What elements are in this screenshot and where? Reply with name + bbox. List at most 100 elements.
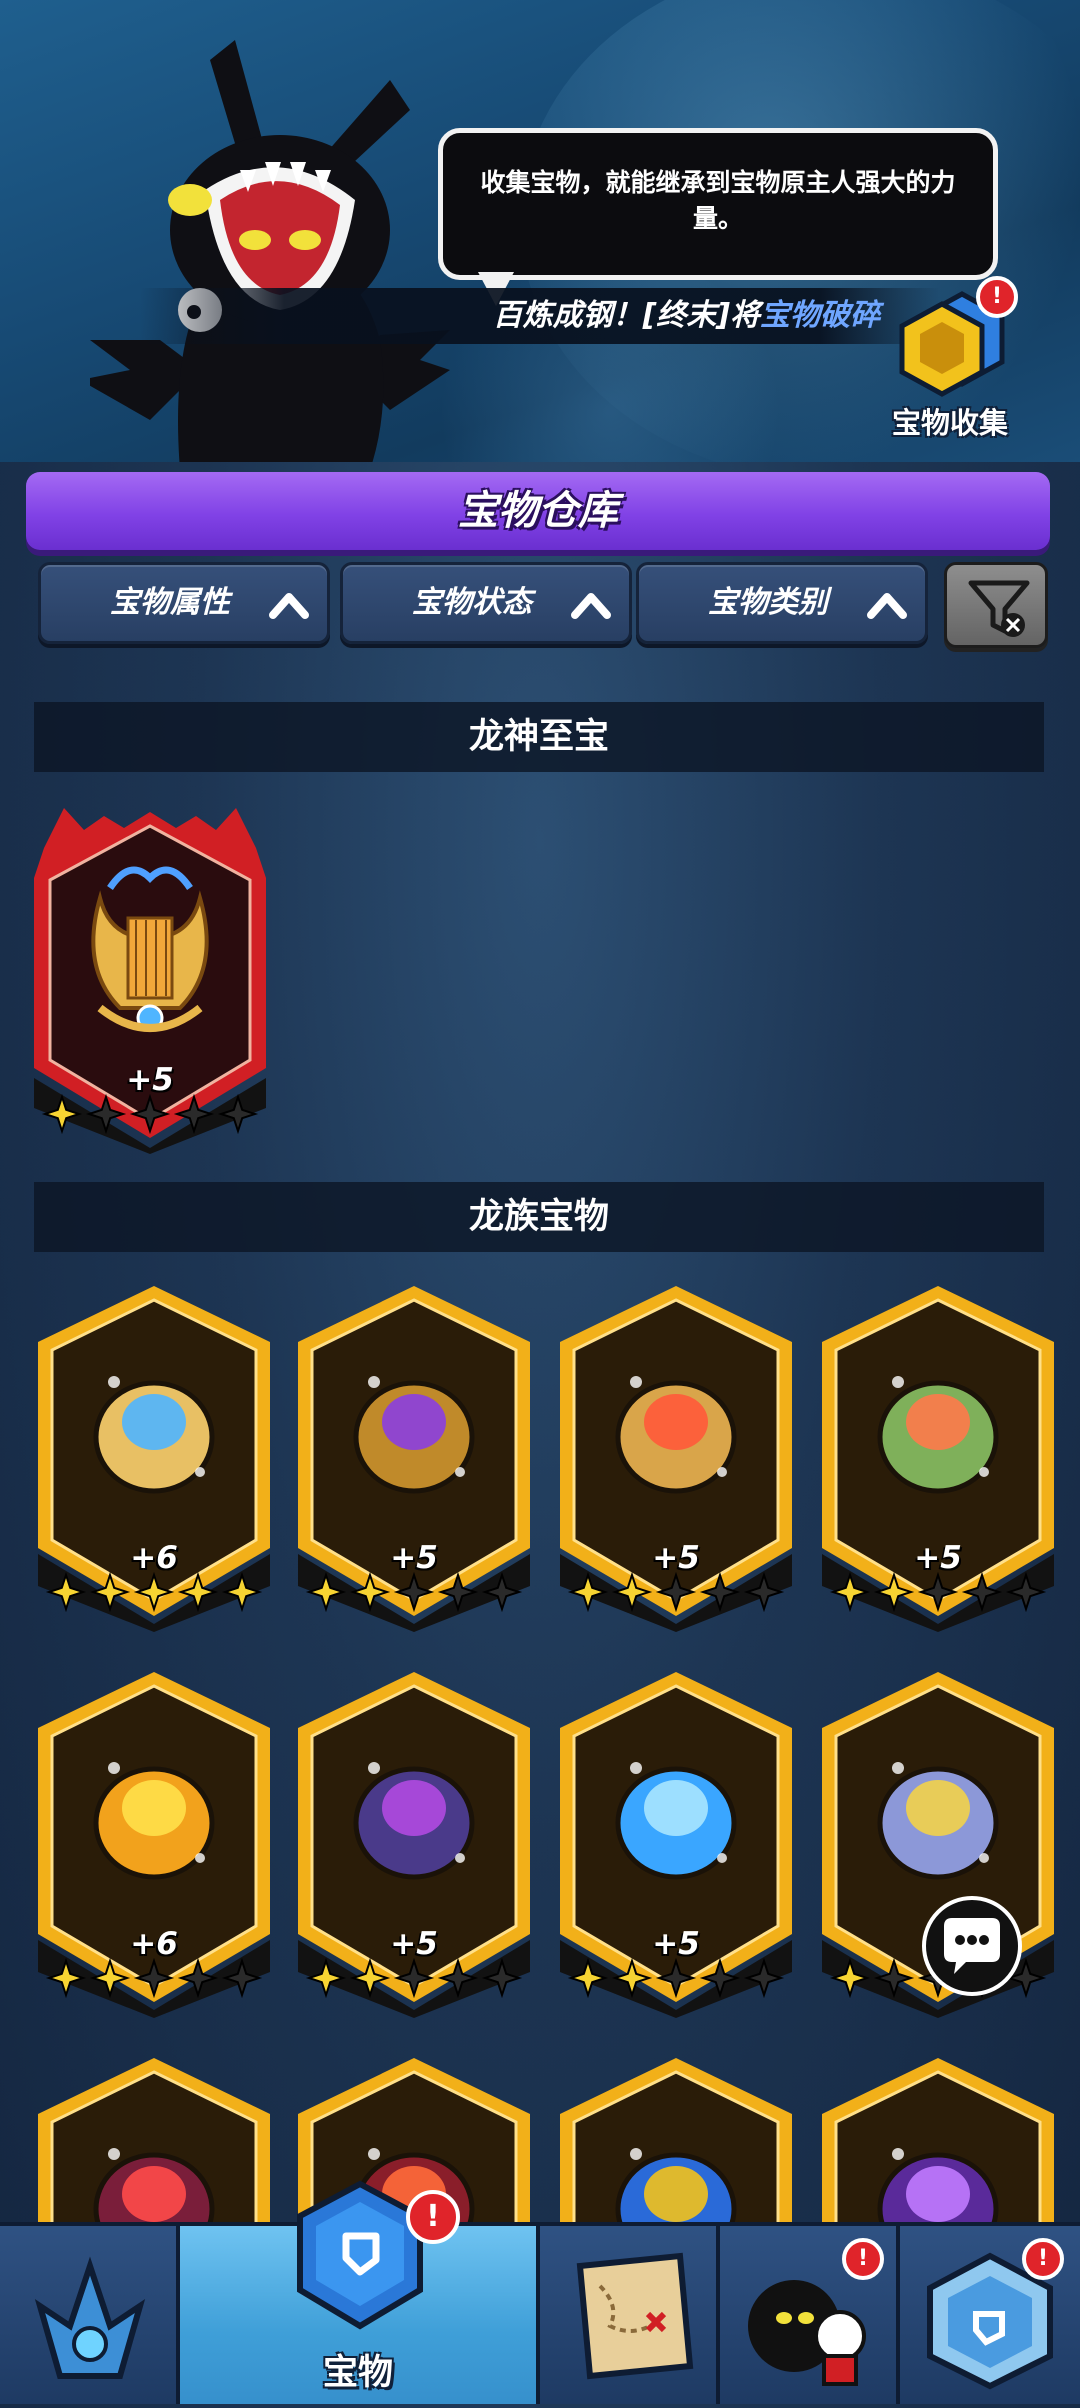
section-header-clan: 龙族宝物 xyxy=(34,1182,1044,1252)
treasure-card[interactable]: +5 xyxy=(560,1286,792,1632)
star-filled-icon xyxy=(89,1572,131,1612)
bottom-navigation: ! 宝物 ! ! xyxy=(0,2180,1080,2404)
star-empty-icon xyxy=(873,1958,915,1998)
nav-tab-treasure[interactable]: ! 宝物 xyxy=(180,2180,540,2404)
star-empty-icon xyxy=(133,1958,175,1998)
star-empty-icon xyxy=(961,1572,1003,1612)
star-rating xyxy=(45,1572,263,1612)
chevron-up-icon xyxy=(269,593,309,619)
news-ticker: 百炼成钢！[终末]将宝物破碎 xyxy=(140,288,940,344)
treasure-collection-button[interactable]: ! 宝物收集 xyxy=(880,276,1020,452)
star-empty-icon xyxy=(1005,1572,1047,1612)
collection-alert-badge: ! xyxy=(976,276,1018,318)
star-empty-icon xyxy=(221,1958,263,1998)
clear-filter-button[interactable] xyxy=(944,562,1048,648)
nav-treasure-alert-badge: ! xyxy=(406,2190,460,2244)
star-filled-icon xyxy=(305,1572,347,1612)
ticker-text: 百炼成钢！[终末]将 xyxy=(492,298,760,333)
treasure-level: +5 xyxy=(390,1540,438,1576)
star-empty-icon xyxy=(177,1958,219,1998)
treasure-card[interactable]: +5 xyxy=(822,1286,1054,1632)
star-filled-icon xyxy=(45,1572,87,1612)
section-header-supreme: 龙神至宝 xyxy=(34,702,1044,772)
ticker-highlight: 宝物破碎 xyxy=(760,298,880,333)
star-rating xyxy=(567,1958,785,1998)
star-filled-icon xyxy=(567,1958,609,1998)
star-empty-icon xyxy=(655,1572,697,1612)
ice-horn-icon xyxy=(93,1376,215,1494)
battery-box-icon xyxy=(93,1762,215,1880)
star-filled-icon xyxy=(133,1572,175,1612)
treasure-level: +5 xyxy=(652,1540,700,1576)
treasure-card[interactable]: +5 xyxy=(560,1672,792,2018)
star-filled-icon xyxy=(349,1572,391,1612)
chevron-up-icon xyxy=(867,593,907,619)
golden-lyre-icon xyxy=(91,866,209,1032)
star-rating xyxy=(305,1572,523,1612)
star-empty-icon xyxy=(481,1572,523,1612)
star-rating xyxy=(305,1958,523,1998)
treasure-map-icon xyxy=(576,2252,694,2380)
filter-row: 宝物属性 宝物状态 宝物类别 xyxy=(38,562,1050,650)
fire-bowl-icon xyxy=(615,1376,737,1494)
chevron-up-icon xyxy=(571,593,611,619)
nav-tab-treasure-label: 宝物 xyxy=(322,2353,393,2393)
nav-tab-map[interactable] xyxy=(540,2226,720,2404)
nav-shop-alert-badge: ! xyxy=(1022,2238,1064,2280)
star-rating xyxy=(45,1958,263,1998)
treasure-level: +5 xyxy=(390,1926,438,1962)
star-filled-icon xyxy=(221,1572,263,1612)
star-empty-icon xyxy=(85,1094,127,1134)
filter-status-button[interactable]: 宝物状态 xyxy=(340,562,632,644)
star-filled-icon xyxy=(305,1958,347,1998)
treasure-card[interactable]: +6 xyxy=(38,1672,270,2018)
star-empty-icon xyxy=(917,1572,959,1612)
treasure-level: +5 xyxy=(126,1062,174,1098)
rabbit-charm-icon xyxy=(877,1762,999,1880)
star-filled-icon xyxy=(611,1958,653,1998)
star-filled-icon xyxy=(873,1572,915,1612)
star-empty-icon xyxy=(437,1572,479,1612)
nav-tab-shop[interactable]: ! xyxy=(900,2226,1080,2404)
purple-horn-icon xyxy=(353,1376,475,1494)
star-empty-icon xyxy=(393,1958,435,1998)
treasure-card[interactable]: +5 xyxy=(298,1286,530,1632)
ice-dragon-statue-icon xyxy=(615,1762,737,1880)
star-rating xyxy=(41,1094,259,1134)
star-empty-icon xyxy=(481,1958,523,1998)
dragon-mascot-icon xyxy=(90,40,450,462)
treasure-card[interactable]: +5 xyxy=(298,1672,530,2018)
treasure-card[interactable]: +6 xyxy=(38,1286,270,1632)
page-title: 宝物仓库 xyxy=(26,472,1050,550)
filter-category-button[interactable]: 宝物类别 xyxy=(636,562,928,644)
star-filled-icon xyxy=(567,1572,609,1612)
star-filled-icon xyxy=(89,1958,131,1998)
star-empty-icon xyxy=(743,1958,785,1998)
star-rating xyxy=(567,1572,785,1612)
star-empty-icon xyxy=(437,1958,479,1998)
star-empty-icon xyxy=(173,1094,215,1134)
dragon-crest-icon xyxy=(34,2256,146,2379)
speech-bubble: 收集宝物，就能继承到宝物原主人强大的力量。 xyxy=(438,128,998,280)
star-empty-icon xyxy=(655,1958,697,1998)
star-filled-icon xyxy=(829,1572,871,1612)
nav-tab-dragon[interactable] xyxy=(0,2226,180,2404)
top-banner: 收集宝物，就能继承到宝物原主人强大的力量。 百炼成钢！[终末]将宝物破碎 ! 宝… xyxy=(0,0,1080,462)
filter-status-label: 宝物状态 xyxy=(412,585,532,620)
speech-text: 收集宝物，就能继承到宝物原主人强大的力量。 xyxy=(480,168,956,233)
star-rating xyxy=(829,1572,1047,1612)
star-empty-icon xyxy=(699,1958,741,1998)
filter-attribute-label: 宝物属性 xyxy=(110,585,230,620)
treasure-card-lyre[interactable]: +5 xyxy=(34,808,266,1154)
star-empty-icon xyxy=(699,1572,741,1612)
filter-attribute-button[interactable]: 宝物属性 xyxy=(38,562,330,644)
dark-chest-icon xyxy=(353,1762,475,1880)
star-filled-icon xyxy=(177,1572,219,1612)
star-empty-icon xyxy=(393,1572,435,1612)
star-filled-icon xyxy=(829,1958,871,1998)
nav-tab-character[interactable]: ! xyxy=(720,2226,900,2404)
star-filled-icon xyxy=(41,1094,83,1134)
nav-character-alert-badge: ! xyxy=(842,2238,884,2280)
chat-button[interactable] xyxy=(922,1896,1022,1996)
star-filled-icon xyxy=(45,1958,87,1998)
